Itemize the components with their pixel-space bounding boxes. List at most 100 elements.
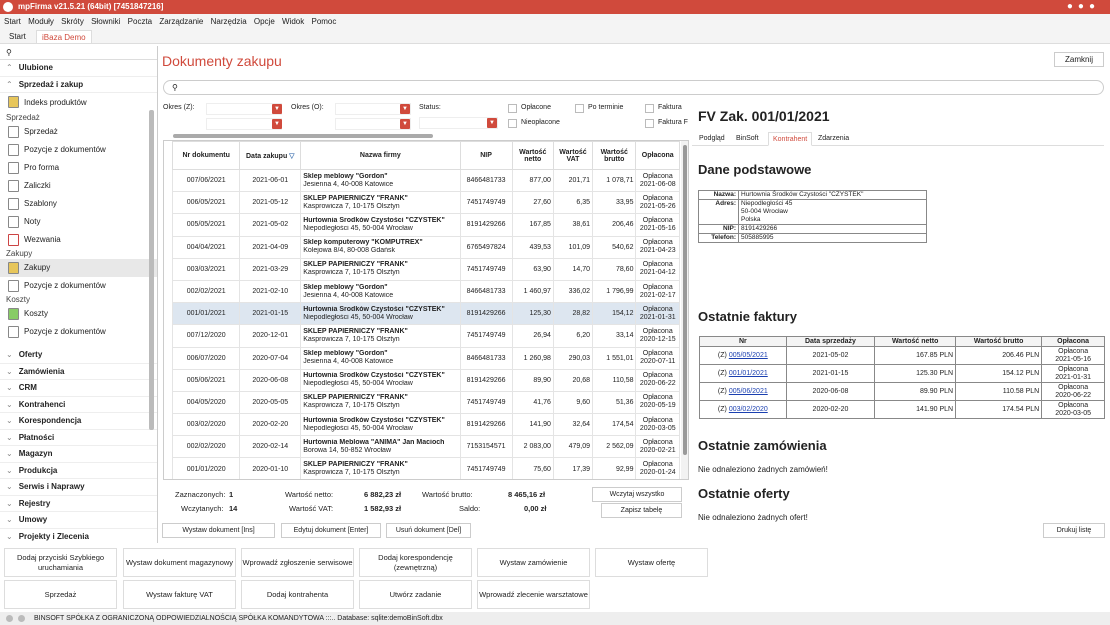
quick-add-buttons[interactable]: Dodaj przyciski Szybkiego uruchamiania bbox=[4, 548, 117, 577]
tab-kontrahent[interactable]: Kontrahent bbox=[768, 132, 813, 146]
menu-narzedzia[interactable]: Narzędzia bbox=[211, 17, 247, 26]
table-row[interactable]: 005/06/2021 2020-06-08 Hurtownia Środków C… bbox=[171, 368, 680, 392]
table-row[interactable]: 007/06/2021 2021-06-01 Sklep meblowy "Gord… bbox=[171, 168, 680, 193]
menu-widok[interactable]: Widok bbox=[282, 17, 304, 26]
nieoplacone-checkbox[interactable] bbox=[508, 119, 517, 128]
quick-service-request[interactable]: Wprowadź zgłoszenie serwisowe bbox=[241, 548, 354, 577]
save-table-button[interactable]: Zapisz tabelę bbox=[601, 503, 682, 518]
quick-create-task[interactable]: Utwórz zadanie bbox=[359, 580, 472, 609]
quick-warehouse-doc[interactable]: Wystaw dokument magazynowy bbox=[123, 548, 236, 577]
sidebar-item-indeks[interactable]: Indeks produktów bbox=[0, 93, 157, 113]
column-header[interactable]: NIP bbox=[459, 141, 513, 170]
sidebar-item-zaliczki[interactable]: Zaliczki bbox=[0, 177, 157, 195]
scroll-thumb[interactable] bbox=[173, 134, 433, 138]
sidebar-section-10[interactable]: ⌄ Umowy bbox=[0, 512, 157, 529]
window-controls-icon[interactable]: ●●● bbox=[1067, 0, 1100, 14]
sidebar-section-7[interactable]: ⌄ Produkcja bbox=[0, 463, 157, 479]
oplacone-checkbox[interactable] bbox=[508, 104, 517, 113]
invoice-link[interactable]: 003/02/2020 bbox=[729, 406, 768, 413]
column-header[interactable]: Wartość netto bbox=[511, 141, 554, 170]
chevron-down-icon[interactable]: ▼ bbox=[487, 118, 497, 128]
sidebar-section-0[interactable]: ⌄ Oferty bbox=[0, 347, 157, 364]
sidebar-section-5[interactable]: ⌄ Płatności bbox=[0, 430, 157, 446]
okres-z-to[interactable] bbox=[206, 118, 282, 130]
column-header[interactable]: Nr dokumentu bbox=[171, 141, 241, 170]
quick-issue-vat-invoice[interactable]: Wystaw fakturę VAT bbox=[123, 580, 236, 609]
po-terminie-checkbox[interactable] bbox=[575, 104, 584, 113]
tab-start[interactable]: Start bbox=[4, 30, 31, 43]
table-h-scrollbar[interactable] bbox=[163, 133, 689, 139]
sidebar-section-8[interactable]: ⌄ Serwis i Naprawy bbox=[0, 479, 157, 496]
chevron-down-icon[interactable]: ▼ bbox=[400, 104, 410, 114]
okres-z-from[interactable] bbox=[206, 103, 282, 115]
table-row[interactable]: 004/05/2020 2020-05-05 SKLEP PAPIERNICZY "… bbox=[171, 390, 680, 415]
quick-issue-offer[interactable]: Wystaw ofertę bbox=[595, 548, 708, 577]
close-button[interactable]: Zamknij bbox=[1054, 52, 1104, 67]
sidebar-item-sprzedaz[interactable]: Sprzedaż bbox=[0, 123, 157, 141]
quick-add-contractor[interactable]: Dodaj kontrahenta bbox=[241, 580, 354, 609]
scroll-thumb[interactable] bbox=[683, 145, 687, 455]
table-row[interactable]: 005/05/2021 2021-05-02 Hurtownia Środków C… bbox=[171, 213, 680, 237]
sidebar-section-4[interactable]: ⌄ Korespondencja bbox=[0, 413, 157, 430]
sidebar-search[interactable]: ⚲ bbox=[0, 46, 157, 60]
table-row[interactable]: 004/04/2021 2021-04-09 Sklep komputerowy "… bbox=[171, 235, 680, 259]
sidebar-item-zakupy[interactable]: Zakupy bbox=[0, 259, 157, 277]
menu-start[interactable]: Start bbox=[4, 17, 21, 26]
menu-skroty[interactable]: Skróty bbox=[61, 17, 84, 26]
sidebar-item-pozycje-koszty[interactable]: Pozycje z dokumentów bbox=[0, 323, 157, 341]
table-row[interactable]: 002/02/2020 2020-02-14 Hurtownia Meblowa "… bbox=[171, 435, 680, 459]
quick-add-correspondence[interactable]: Dodaj korespondencję (zewnętrzną) bbox=[359, 548, 472, 577]
chevron-down-icon[interactable]: ▼ bbox=[272, 119, 282, 129]
menu-pomoc[interactable]: Pomoc bbox=[311, 17, 336, 26]
menu-opcje[interactable]: Opcje bbox=[254, 17, 275, 26]
table-v-scrollbar[interactable] bbox=[681, 141, 688, 479]
faktura-f-checkbox[interactable] bbox=[645, 119, 654, 128]
table-row[interactable]: 003/02/2020 2020-02-20 Hurtownia Środków C… bbox=[171, 413, 680, 437]
column-header[interactable]: Nazwa firmy bbox=[300, 141, 461, 170]
menu-moduly[interactable]: Moduły bbox=[28, 17, 54, 26]
sidebar-section-11[interactable]: ⌄ Projekty i Zlecenia bbox=[0, 529, 157, 544]
tab-podglad[interactable]: Podgląd bbox=[695, 132, 729, 146]
column-header[interactable]: Wartość brutto bbox=[592, 141, 637, 170]
sidebar-section-sprzedaz-zakup[interactable]: ⌃ Sprzedaż i zakup bbox=[0, 77, 157, 93]
table-row[interactable]: 001/01/2021 2021-01-15 Hurtownia Środków C… bbox=[171, 302, 680, 326]
chevron-down-icon[interactable]: ▼ bbox=[272, 104, 282, 114]
issue-document-button[interactable]: Wystaw dokument [Ins] bbox=[162, 523, 275, 538]
tab-binsoft[interactable]: BinSoft bbox=[732, 132, 763, 146]
invoice-link[interactable]: 005/05/2021 bbox=[729, 352, 768, 359]
sidebar-section-ulubione[interactable]: ⌃ Ulubione bbox=[0, 60, 157, 77]
sidebar-section-3[interactable]: ⌄ Kontrahenci bbox=[0, 397, 157, 413]
main-search-input[interactable]: ⚲ bbox=[163, 80, 1104, 95]
print-list-button[interactable]: Drukuj listę bbox=[1043, 523, 1105, 538]
sidebar-item-szablony[interactable]: Szablony bbox=[0, 195, 157, 213]
table-row[interactable]: 002/02/2021 2021-02-10 Sklep meblowy "Gord… bbox=[171, 279, 680, 304]
load-all-button[interactable]: Wczytaj wszystko bbox=[592, 487, 682, 502]
column-header[interactable]: Opłacona bbox=[635, 141, 680, 170]
column-header[interactable]: Wartość VAT bbox=[552, 141, 594, 170]
sidebar-item-pozycje-sprzedaz[interactable]: Pozycje z dokumentów bbox=[0, 141, 157, 159]
faktura-checkbox[interactable] bbox=[645, 104, 654, 113]
menu-zarzadzanie[interactable]: Zarządzanie bbox=[159, 17, 203, 26]
sidebar-section-6[interactable]: ⌄ Magazyn bbox=[0, 446, 157, 463]
sidebar-scrollbar[interactable] bbox=[149, 110, 154, 430]
sidebar-item-proforma[interactable]: Pro forma bbox=[0, 159, 157, 177]
edit-document-button[interactable]: Edytuj dokument [Enter] bbox=[281, 523, 381, 538]
menu-slowniki[interactable]: Słowniki bbox=[91, 17, 120, 26]
sidebar-item-noty[interactable]: Noty bbox=[0, 213, 157, 231]
delete-document-button[interactable]: Usuń dokument [Del] bbox=[386, 523, 471, 538]
table-row[interactable]: 007/12/2020 2020-12-01 SKLEP PAPIERNICZY "… bbox=[171, 324, 680, 348]
quick-issue-order[interactable]: Wystaw zamówienie bbox=[477, 548, 590, 577]
sidebar-section-9[interactable]: ⌄ Rejestry bbox=[0, 496, 157, 512]
invoice-link[interactable]: 001/01/2021 bbox=[729, 370, 768, 377]
sidebar-section-2[interactable]: ⌄ CRM bbox=[0, 380, 157, 397]
sidebar-item-pozycje-zakupy[interactable]: Pozycje z dokumentów bbox=[0, 277, 157, 295]
sidebar-item-koszty[interactable]: Koszty bbox=[0, 305, 157, 323]
table-row[interactable]: 003/03/2021 2021-03-29 SKLEP PAPIERNICZY "… bbox=[171, 257, 680, 281]
column-header[interactable]: Data zakupu ▽ bbox=[239, 141, 302, 170]
table-row[interactable]: 006/07/2020 2020-07-04 Sklep meblowy "Gord… bbox=[171, 346, 680, 370]
tab-ibaza-demo[interactable]: iBaza Demo bbox=[36, 30, 92, 43]
invoice-link[interactable]: 005/06/2021 bbox=[729, 388, 768, 395]
sidebar-item-wezwania[interactable]: Wezwania bbox=[0, 231, 157, 249]
menu-poczta[interactable]: Poczta bbox=[128, 17, 152, 26]
table-row[interactable]: 006/05/2021 2021-05-12 SKLEP PAPIERNICZY "… bbox=[171, 191, 680, 215]
